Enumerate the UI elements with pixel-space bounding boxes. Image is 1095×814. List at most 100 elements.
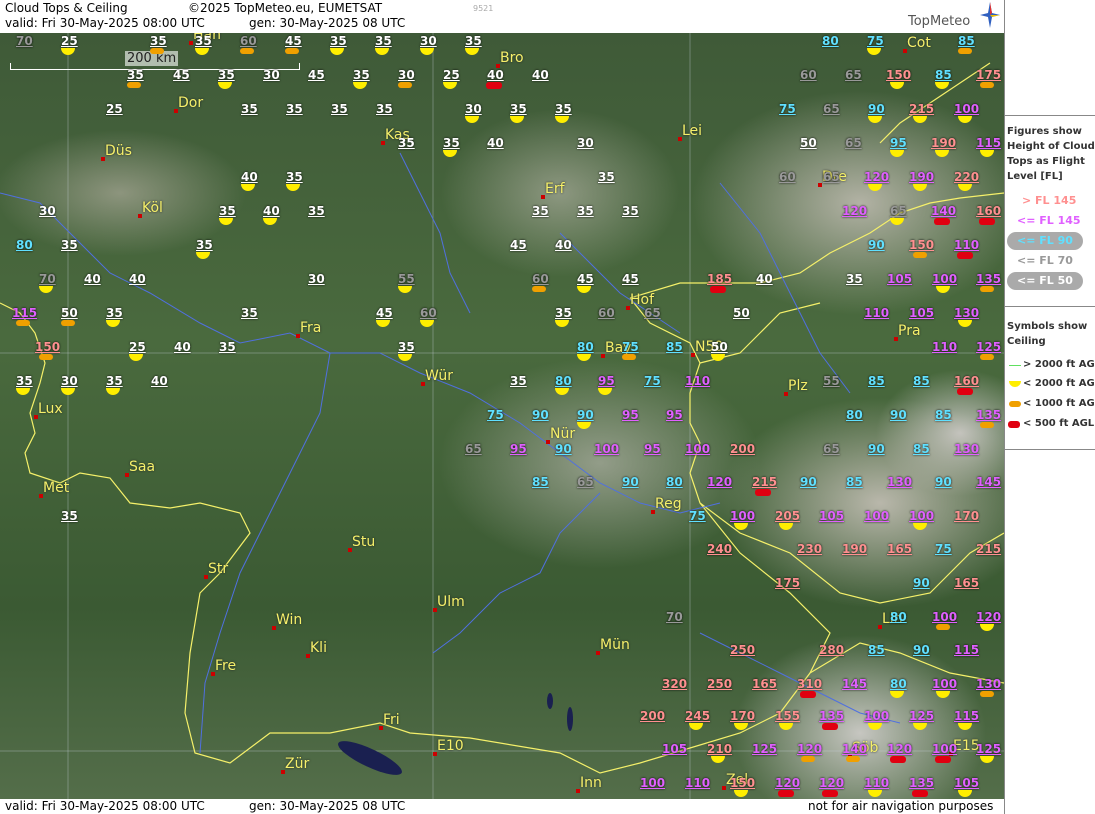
cloud-top-value: 85 bbox=[666, 340, 683, 354]
legend-level-fl70: <= FL 70 bbox=[1017, 254, 1073, 267]
cloud-top-value: 165 bbox=[752, 677, 778, 691]
cloud-top-value: 90 bbox=[913, 643, 930, 657]
ceiling-red-marker bbox=[754, 489, 771, 496]
cloud-top-value: 35 bbox=[196, 238, 213, 252]
cloud-top-value: 115 bbox=[954, 709, 980, 723]
cloud-top-value: 125 bbox=[752, 742, 778, 756]
cloud-top-value: 145 bbox=[976, 475, 1002, 489]
cloud-top-value: 60 bbox=[532, 272, 549, 286]
cloud-top-value: 190 bbox=[931, 136, 957, 150]
cloud-top-value: 320 bbox=[662, 677, 688, 691]
cloud-top-value: 35 bbox=[286, 170, 303, 184]
cloud-top-value: 110 bbox=[932, 340, 958, 354]
cloud-top-value: 95 bbox=[666, 408, 683, 422]
cloud-top-value: 120 bbox=[775, 776, 801, 790]
cloud-top-value: 65 bbox=[890, 204, 907, 218]
cloud-top-value: 75 bbox=[779, 102, 796, 116]
compass-star-icon bbox=[980, 2, 1000, 28]
cloud-top-value: 45 bbox=[308, 68, 325, 82]
cloud-top-value: 85 bbox=[868, 374, 885, 388]
cloud-top-value: 135 bbox=[909, 776, 935, 790]
cloud-top-value: 105 bbox=[954, 776, 980, 790]
cloud-top-value: 95 bbox=[644, 442, 661, 456]
cloud-top-value: 110 bbox=[864, 776, 890, 790]
ceiling-orange-marker bbox=[958, 48, 972, 54]
city-label: Fra bbox=[300, 320, 322, 336]
cloud-top-value: 80 bbox=[890, 610, 907, 624]
cloud-top-value: 90 bbox=[868, 102, 885, 116]
cloud-top-value: 245 bbox=[685, 709, 711, 723]
cloud-top-value: 115 bbox=[976, 136, 1002, 150]
cloud-top-value: 175 bbox=[775, 576, 801, 590]
ceiling-orange-marker bbox=[800, 756, 815, 762]
cloud-top-value: 115 bbox=[954, 643, 980, 657]
map-title: Cloud Tops & Ceiling bbox=[5, 1, 128, 15]
legend-symbols-line: Ceiling bbox=[1007, 336, 1046, 347]
cloud-top-value: 135 bbox=[976, 408, 1002, 422]
cloud-top-value: 75 bbox=[644, 374, 661, 388]
cloud-top-value: 130 bbox=[976, 677, 1002, 691]
cloud-top-value: 30 bbox=[465, 102, 482, 116]
cloud-top-value: 30 bbox=[39, 204, 56, 218]
cloud-top-value: 35 bbox=[150, 34, 167, 48]
ceiling-line-icon bbox=[1009, 365, 1021, 366]
cloud-top-value: 80 bbox=[577, 340, 594, 354]
ceiling-orange-marker bbox=[622, 354, 636, 360]
legend-divider bbox=[1005, 449, 1095, 450]
legend-panel: Figures show Height of Cloud Tops as Fli… bbox=[1004, 0, 1095, 814]
cloud-top-value: 190 bbox=[909, 170, 935, 184]
cloud-top-value: 145 bbox=[842, 677, 868, 691]
cloud-top-value: 35 bbox=[577, 204, 594, 218]
cloud-top-value: 35 bbox=[375, 34, 392, 48]
cloud-top-value: 95 bbox=[598, 374, 615, 388]
cloud-top-value: 70 bbox=[666, 610, 683, 624]
ceiling-orange-marker bbox=[240, 48, 254, 54]
city-label: Mün bbox=[600, 637, 630, 653]
ceiling-orange-marker bbox=[150, 48, 164, 54]
cloud-top-value: 125 bbox=[909, 709, 935, 723]
cloud-top-value: 100 bbox=[594, 442, 620, 456]
cloud-top-value: 100 bbox=[864, 709, 890, 723]
cloud-top-value: 40 bbox=[487, 68, 504, 82]
city-label: Met bbox=[43, 480, 70, 496]
cloud-top-value: 70 bbox=[39, 272, 56, 286]
cloud-top-value: 35 bbox=[532, 204, 549, 218]
cloud-top-value: 75 bbox=[487, 408, 504, 422]
cloud-top-value: 45 bbox=[577, 272, 594, 286]
cloud-top-value: 50 bbox=[711, 340, 728, 354]
valid-time: valid: Fri 30-May-2025 08:00 UTC bbox=[5, 16, 205, 30]
city-label: Plz bbox=[788, 378, 808, 394]
cloud-top-value: 40 bbox=[263, 204, 280, 218]
ceiling-red-marker bbox=[956, 252, 973, 259]
cloud-top-value: 30 bbox=[308, 272, 325, 286]
legend-symbols-line: Symbols show bbox=[1007, 321, 1088, 332]
cloud-top-value: 65 bbox=[823, 442, 840, 456]
cloud-top-value: 80 bbox=[555, 374, 572, 388]
legend-figures-line: Height of Cloud bbox=[1007, 141, 1095, 152]
cloud-top-value: 150 bbox=[909, 238, 935, 252]
cloud-top-value: 160 bbox=[954, 374, 980, 388]
cloud-top-value: 120 bbox=[887, 742, 913, 756]
city-label: Reg bbox=[655, 496, 682, 512]
cloud-top-value: 35 bbox=[555, 306, 572, 320]
cloud-top-value: 200 bbox=[640, 709, 666, 723]
ceiling-orange-marker bbox=[979, 286, 994, 292]
ceiling-orange-marker bbox=[38, 354, 53, 360]
ceiling-orange-marker bbox=[979, 82, 994, 88]
cloud-top-value: 35 bbox=[127, 68, 144, 82]
cloud-top-value: 45 bbox=[622, 272, 639, 286]
cloud-top-value: 250 bbox=[707, 677, 733, 691]
legend-level-fl90: <= FL 90 bbox=[1017, 234, 1073, 247]
city-label: Win bbox=[276, 612, 303, 628]
legend-divider bbox=[1005, 306, 1095, 307]
cloud-top-value: 110 bbox=[685, 776, 711, 790]
cloud-top-value: 170 bbox=[954, 509, 980, 523]
cloud-top-value: 65 bbox=[845, 136, 862, 150]
ceiling-orange-marker bbox=[935, 624, 950, 630]
cloud-top-value: 90 bbox=[555, 442, 572, 456]
ceiling-red-marker bbox=[486, 82, 502, 89]
legend-figures-title: Figures show Height of Cloud Tops as Fli… bbox=[1007, 124, 1095, 184]
topmeteo-logo: TopMeteo bbox=[908, 14, 971, 29]
cloud-top-value: 85 bbox=[913, 374, 930, 388]
cloud-top-value: 150 bbox=[35, 340, 61, 354]
